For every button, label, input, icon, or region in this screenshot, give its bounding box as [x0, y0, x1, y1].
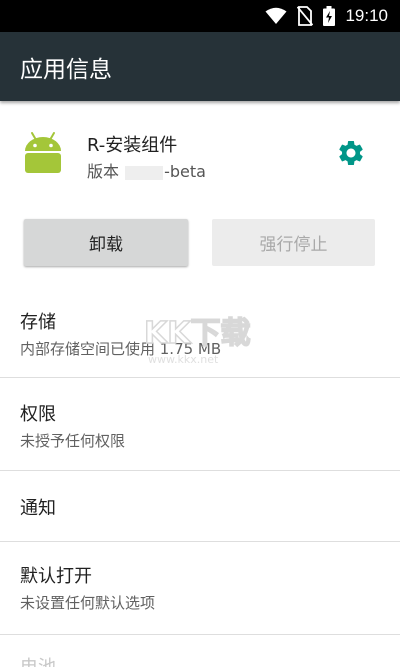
- uninstall-button[interactable]: 卸载: [24, 219, 188, 266]
- no-sim-icon: [297, 6, 314, 26]
- notifications-row[interactable]: 通知: [0, 471, 400, 541]
- status-bar: 19:10: [0, 0, 400, 32]
- gear-icon[interactable]: [336, 138, 366, 168]
- wifi-icon: [265, 7, 287, 24]
- battery-charging-icon: [323, 6, 336, 26]
- storage-title: 存储: [20, 312, 56, 333]
- notifications-title: 通知: [20, 498, 56, 519]
- battery-title: 电池: [20, 653, 56, 667]
- version-redaction: [125, 165, 164, 180]
- watermark-logo: KK下载 www.kkx.net: [143, 315, 251, 366]
- watermark-text: KK下载: [144, 316, 251, 351]
- permissions-subtitle: 未授予任何权限: [20, 432, 126, 450]
- app-name: R-安装组件: [87, 135, 178, 156]
- open-by-default-subtitle: 未设置任何默认选项: [20, 594, 156, 612]
- permissions-title: 权限: [20, 404, 56, 425]
- app-version: 版本 -beta: [87, 158, 206, 182]
- permissions-row[interactable]: 权限 未授予任何权限: [0, 378, 400, 470]
- force-stop-button[interactable]: 强行停止: [212, 219, 375, 266]
- app-bar: 应用信息: [0, 32, 400, 101]
- page-title: 应用信息: [20, 57, 112, 83]
- watermark-url: www.kkx.net: [148, 353, 219, 366]
- battery-row[interactable]: 电池: [0, 635, 400, 667]
- android-icon: [25, 132, 61, 173]
- open-by-default-title: 默认打开: [20, 566, 92, 587]
- open-by-default-row[interactable]: 默认打开 未设置任何默认选项: [0, 542, 400, 634]
- app-header: R-安装组件 版本 -beta: [0, 101, 400, 206]
- version-prefix: 版本: [87, 162, 120, 181]
- version-suffix: -beta: [164, 162, 206, 181]
- status-time: 19:10: [345, 6, 388, 25]
